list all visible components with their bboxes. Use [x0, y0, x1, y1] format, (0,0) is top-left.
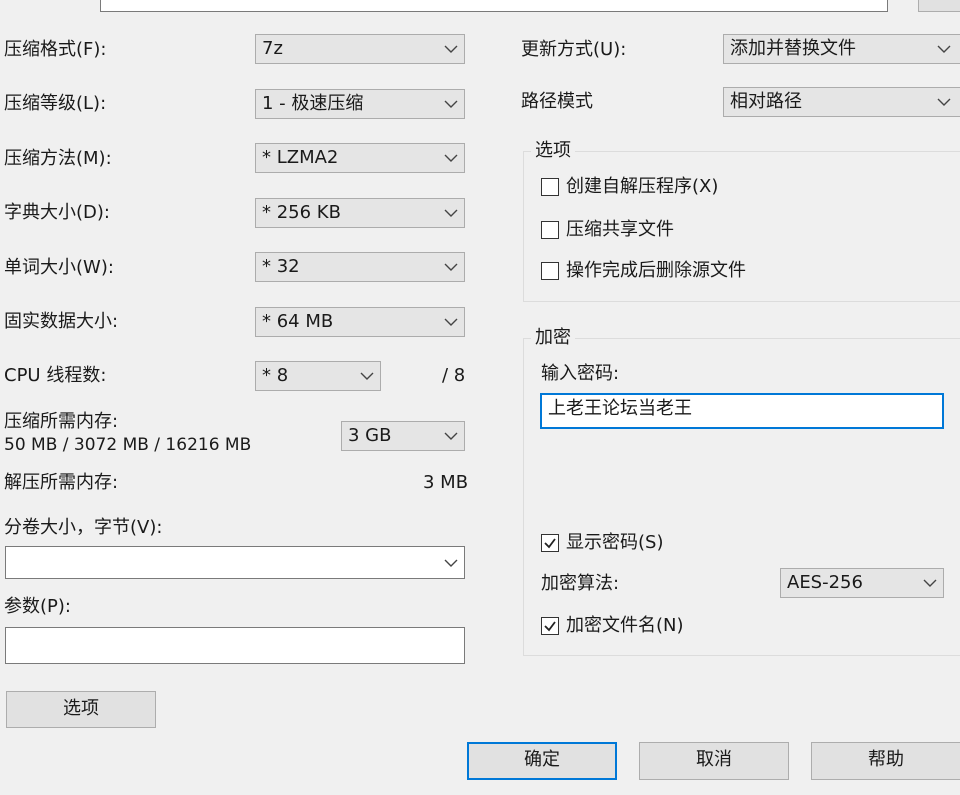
- encryption-method-label: 加密算法:: [541, 573, 620, 594]
- update-mode-select[interactable]: 添加并替换文件: [723, 34, 960, 64]
- chevron-down-icon: [444, 316, 458, 328]
- mem-decompress-label: 解压所需内存:: [4, 472, 119, 493]
- ok-button[interactable]: 确定: [467, 742, 617, 780]
- cancel-button[interactable]: 取消: [639, 742, 789, 780]
- format-value: 7z: [262, 38, 283, 59]
- checkbox-box[interactable]: [541, 178, 559, 196]
- level-label: 压缩等级(L):: [4, 93, 107, 114]
- encryption-group-title: 加密: [531, 327, 575, 349]
- chevron-down-icon: [444, 43, 458, 55]
- update-mode-label: 更新方式(U):: [521, 39, 627, 60]
- chevron-down-icon: [360, 370, 374, 382]
- show-password-label: 显示密码(S): [566, 532, 664, 553]
- password-label: 输入密码:: [541, 363, 620, 384]
- shared-files-label: 压缩共享文件: [566, 219, 674, 240]
- chevron-down-icon: [937, 96, 951, 108]
- threads-label: CPU 线程数:: [4, 365, 107, 386]
- word-size-value: * 32: [262, 256, 300, 277]
- delete-source-checkbox[interactable]: 操作完成后删除源文件: [541, 260, 801, 284]
- help-button[interactable]: 帮助: [811, 742, 960, 780]
- sfx-label: 创建自解压程序(X): [566, 176, 719, 197]
- threads-value: * 8: [262, 365, 289, 386]
- method-value: * LZMA2: [262, 147, 339, 168]
- dict-size-select[interactable]: * 256 KB: [255, 198, 465, 228]
- check-icon: [544, 538, 556, 549]
- archive-path-field[interactable]: [100, 0, 888, 12]
- path-mode-value: 相对路径: [730, 91, 802, 112]
- chevron-down-icon: [923, 577, 937, 589]
- params-label: 参数(P):: [4, 596, 71, 617]
- browse-button[interactable]: [918, 0, 960, 12]
- solid-size-select[interactable]: * 64 MB: [255, 307, 465, 337]
- path-mode-label: 路径模式: [521, 91, 593, 112]
- chevron-down-icon: [444, 152, 458, 164]
- level-select[interactable]: 1 - 极速压缩: [255, 89, 465, 119]
- checkbox-box[interactable]: [541, 534, 559, 552]
- sfx-checkbox[interactable]: 创建自解压程序(X): [541, 176, 761, 200]
- level-value: 1 - 极速压缩: [262, 93, 364, 114]
- chevron-down-icon: [444, 207, 458, 219]
- options-button[interactable]: 选项: [6, 691, 156, 728]
- chevron-down-icon: [444, 430, 458, 442]
- volume-size-combo[interactable]: [5, 546, 465, 579]
- path-mode-select[interactable]: 相对路径: [723, 87, 960, 117]
- format-select[interactable]: 7z: [255, 34, 465, 64]
- chevron-down-icon: [937, 43, 951, 55]
- update-mode-value: 添加并替换文件: [730, 38, 856, 59]
- check-icon: [544, 621, 556, 632]
- volume-size-label: 分卷大小，字节(V):: [4, 517, 163, 538]
- checkbox-box[interactable]: [541, 221, 559, 239]
- mem-compress-label: 压缩所需内存:: [4, 411, 119, 432]
- method-label: 压缩方法(M):: [4, 148, 112, 169]
- dict-size-label: 字典大小(D):: [4, 202, 110, 223]
- encrypt-filenames-label: 加密文件名(N): [566, 615, 684, 636]
- solid-size-label: 固实数据大小:: [4, 311, 119, 332]
- checkbox-box[interactable]: [541, 617, 559, 635]
- password-input[interactable]: 上老王论坛当老王: [540, 393, 944, 429]
- encryption-method-value: AES-256: [787, 572, 863, 593]
- mem-compress-detail: 50 MB / 3072 MB / 16216 MB: [4, 435, 252, 455]
- show-password-checkbox[interactable]: 显示密码(S): [541, 532, 721, 556]
- mem-compress-select[interactable]: 3 GB: [341, 421, 465, 451]
- options-group-title: 选项: [531, 140, 575, 162]
- checkbox-box[interactable]: [541, 262, 559, 280]
- format-label: 压缩格式(F):: [4, 39, 107, 60]
- threads-max: / 8: [442, 365, 466, 386]
- encrypt-filenames-checkbox[interactable]: 加密文件名(N): [541, 615, 721, 639]
- threads-select[interactable]: * 8: [255, 361, 381, 391]
- method-select[interactable]: * LZMA2: [255, 143, 465, 173]
- delete-source-label: 操作完成后删除源文件: [566, 260, 746, 281]
- chevron-down-icon: [444, 98, 458, 110]
- mem-decompress-value: 3 MB: [423, 472, 469, 493]
- mem-compress-value: 3 GB: [348, 425, 392, 446]
- params-input[interactable]: [5, 627, 465, 664]
- encryption-method-select[interactable]: AES-256: [780, 568, 944, 598]
- word-size-label: 单词大小(W):: [4, 257, 114, 278]
- chevron-down-icon: [444, 557, 458, 569]
- shared-files-checkbox[interactable]: 压缩共享文件: [541, 219, 761, 243]
- password-value: 上老王论坛当老王: [548, 398, 692, 419]
- encryption-group: [523, 338, 960, 656]
- chevron-down-icon: [444, 261, 458, 273]
- solid-size-value: * 64 MB: [262, 311, 334, 332]
- dict-size-value: * 256 KB: [262, 202, 341, 223]
- word-size-select[interactable]: * 32: [255, 252, 465, 282]
